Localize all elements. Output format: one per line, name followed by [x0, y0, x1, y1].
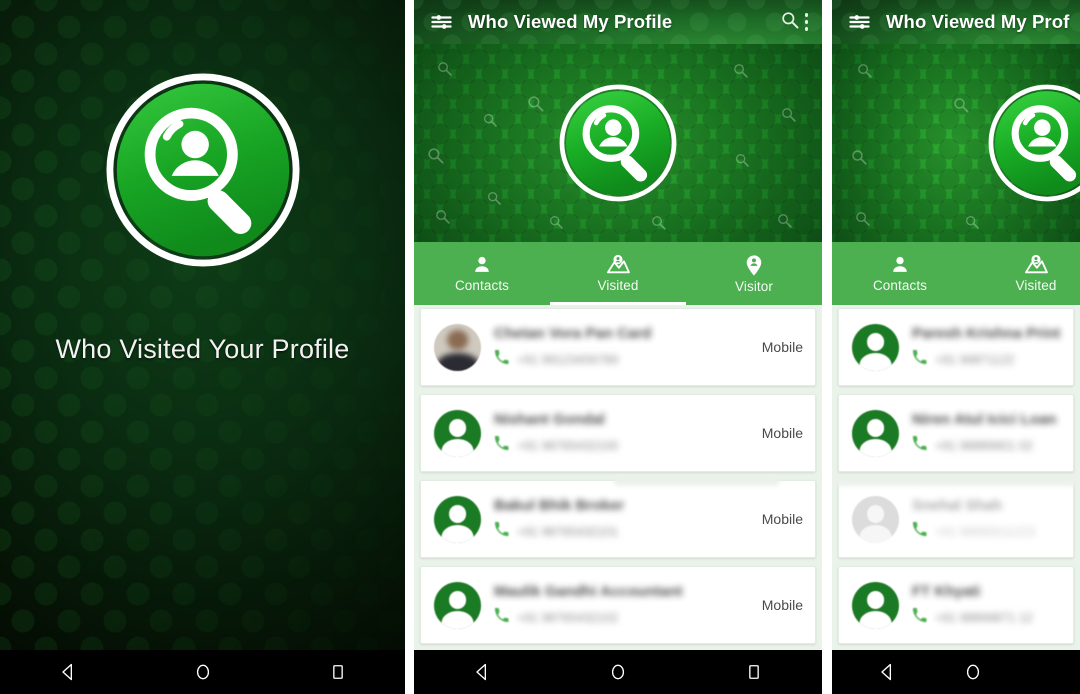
back-triangle-icon[interactable] [465, 655, 499, 689]
list-item[interactable]: Bakul Bhik Broker +91 98765432101 Mobile [420, 480, 816, 558]
avatar [434, 323, 481, 371]
app-screen: Who Viewed My Profile Contacts Visited V… [414, 0, 822, 650]
avatar [434, 495, 481, 543]
tab-visited-label: Visited [1015, 278, 1057, 293]
contact-name: Maulik Gandhi Accountant [494, 582, 683, 600]
app-screen-clipped: Who Viewed My Prof Contacts Visited Pare… [832, 0, 1080, 650]
hero-profile-magnifier-logo-icon [559, 84, 677, 202]
hero-profile-magnifier-logo-icon [988, 84, 1080, 202]
tab-visited[interactable]: Visited [968, 242, 1080, 305]
app-bar-title: Who Viewed My Profile [468, 11, 673, 32]
contact-tag: Mobile [761, 339, 803, 355]
list-item[interactable]: Niren Atul Icici Loan +91 98889901 02 [838, 394, 1074, 472]
hero-banner [832, 44, 1080, 242]
contact-name: Paresh Krishna Printer [912, 324, 1061, 342]
avatar [852, 323, 899, 371]
list-item[interactable]: Chetan Vora Pan Card +91 99123456789 Mob… [420, 308, 816, 386]
tab-contacts-label: Contacts [454, 278, 510, 293]
search-icon[interactable] [780, 10, 800, 35]
profile-magnifier-logo-icon [105, 72, 301, 268]
avatar [434, 581, 481, 629]
map-person-pin-icon [606, 254, 630, 276]
tab-bar: Contacts Visited [832, 242, 1080, 305]
tab-contacts[interactable]: Contacts [832, 242, 968, 305]
contact-name: Snehal Shah [912, 496, 1003, 514]
tab-visited[interactable]: Visited [550, 242, 686, 305]
contact-number: +91 98890011223 [935, 524, 1036, 539]
avatar [852, 495, 899, 543]
phone-icon [912, 521, 927, 542]
screenshot-root: Who Visited Your Profile Who Viewed My P… [0, 0, 1080, 694]
recents-square-icon[interactable] [737, 655, 771, 689]
hero-banner [414, 44, 822, 242]
app-bar: Who Viewed My Profile [414, 0, 822, 44]
contact-name: Bakul Bhik Broker [494, 496, 625, 514]
more-vertical-icon[interactable] [802, 13, 814, 31]
phone-icon [494, 435, 509, 456]
contact-number: +91 98765432102 [517, 610, 619, 625]
filter-list-icon[interactable] [832, 13, 886, 31]
list-item[interactable]: FT Khyati +91 98899871 12 [838, 566, 1074, 644]
home-circle-icon[interactable] [956, 655, 990, 689]
splash-screen: Who Visited Your Profile [0, 0, 405, 650]
scroll-smudge [614, 477, 780, 486]
phone-icon [912, 349, 927, 370]
contact-name: Niren Atul Icici Loan [912, 410, 1057, 428]
person-icon [889, 254, 911, 276]
person-icon [471, 254, 493, 276]
recents-square-icon[interactable] [321, 655, 355, 689]
contact-name: Chetan Vora Pan Card [494, 324, 652, 342]
contact-number: +91 98899871 12 [935, 610, 1033, 625]
panel-separator [822, 0, 832, 694]
contact-tag: Mobile [761, 597, 803, 613]
phone-icon [494, 607, 509, 628]
phone-screen-main-clipped: Who Viewed My Prof Contacts Visited Pare… [832, 0, 1080, 694]
android-navigation-bar [414, 650, 822, 694]
app-bar: Who Viewed My Prof [832, 0, 1080, 44]
phone-icon [494, 521, 509, 542]
contact-number: +91 98889901 02 [935, 438, 1033, 453]
phone-icon [494, 349, 509, 370]
contact-number: +91 98765432100 [517, 438, 619, 453]
avatar [852, 581, 899, 629]
contact-number: +91 98765432101 [517, 524, 619, 539]
map-person-pin-icon [1024, 254, 1048, 276]
splash-title: Who Visited Your Profile [55, 334, 350, 364]
contact-tag: Mobile [761, 425, 803, 441]
home-circle-icon[interactable] [186, 655, 220, 689]
contact-name: FT Khyati [912, 582, 981, 600]
tab-visitor[interactable]: Visitor [686, 242, 822, 305]
contact-list[interactable]: Chetan Vora Pan Card +91 99123456789 Mob… [414, 305, 822, 650]
phone-icon [912, 607, 927, 628]
phone-icon [912, 435, 927, 456]
contact-number: +91 99123456789 [517, 352, 619, 367]
tab-bar: Contacts Visited [414, 242, 822, 305]
home-circle-icon[interactable] [601, 655, 635, 689]
tab-contacts-label: Contacts [872, 278, 928, 293]
contact-name: Nishant Gondal [494, 410, 605, 428]
filter-list-icon[interactable] [414, 13, 468, 31]
contact-list[interactable]: Paresh Krishna Printer +91 99871122 Nire… [832, 305, 1080, 650]
list-item[interactable]: Nishant Gondal +91 98765432100 Mobile [420, 394, 816, 472]
person-pin-icon [744, 254, 764, 277]
panel-separator [405, 0, 414, 694]
list-item[interactable]: Maulik Gandhi Accountant +91 98765432102… [420, 566, 816, 644]
back-triangle-icon[interactable] [51, 655, 85, 689]
list-item[interactable]: Paresh Krishna Printer +91 99871122 [838, 308, 1074, 386]
back-triangle-icon[interactable] [870, 655, 904, 689]
scroll-smudge [832, 477, 1080, 486]
phone-screen-main: Who Viewed My Profile Contacts Visited V… [414, 0, 822, 694]
phone-screen-splash: Who Visited Your Profile [0, 0, 405, 694]
tab-visitor-label: Visitor [735, 278, 773, 294]
android-navigation-bar [0, 650, 405, 694]
tab-contacts[interactable]: Contacts [414, 242, 550, 305]
android-navigation-bar [832, 650, 1080, 694]
app-bar-title: Who Viewed My Prof [886, 11, 1070, 32]
avatar [852, 409, 899, 457]
avatar [434, 409, 481, 457]
contact-tag: Mobile [761, 511, 803, 527]
contact-number: +91 99871122 [935, 352, 1015, 367]
tab-visited-label: Visited [597, 278, 639, 293]
list-item[interactable]: Snehal Shah +91 98890011223 [838, 480, 1074, 558]
